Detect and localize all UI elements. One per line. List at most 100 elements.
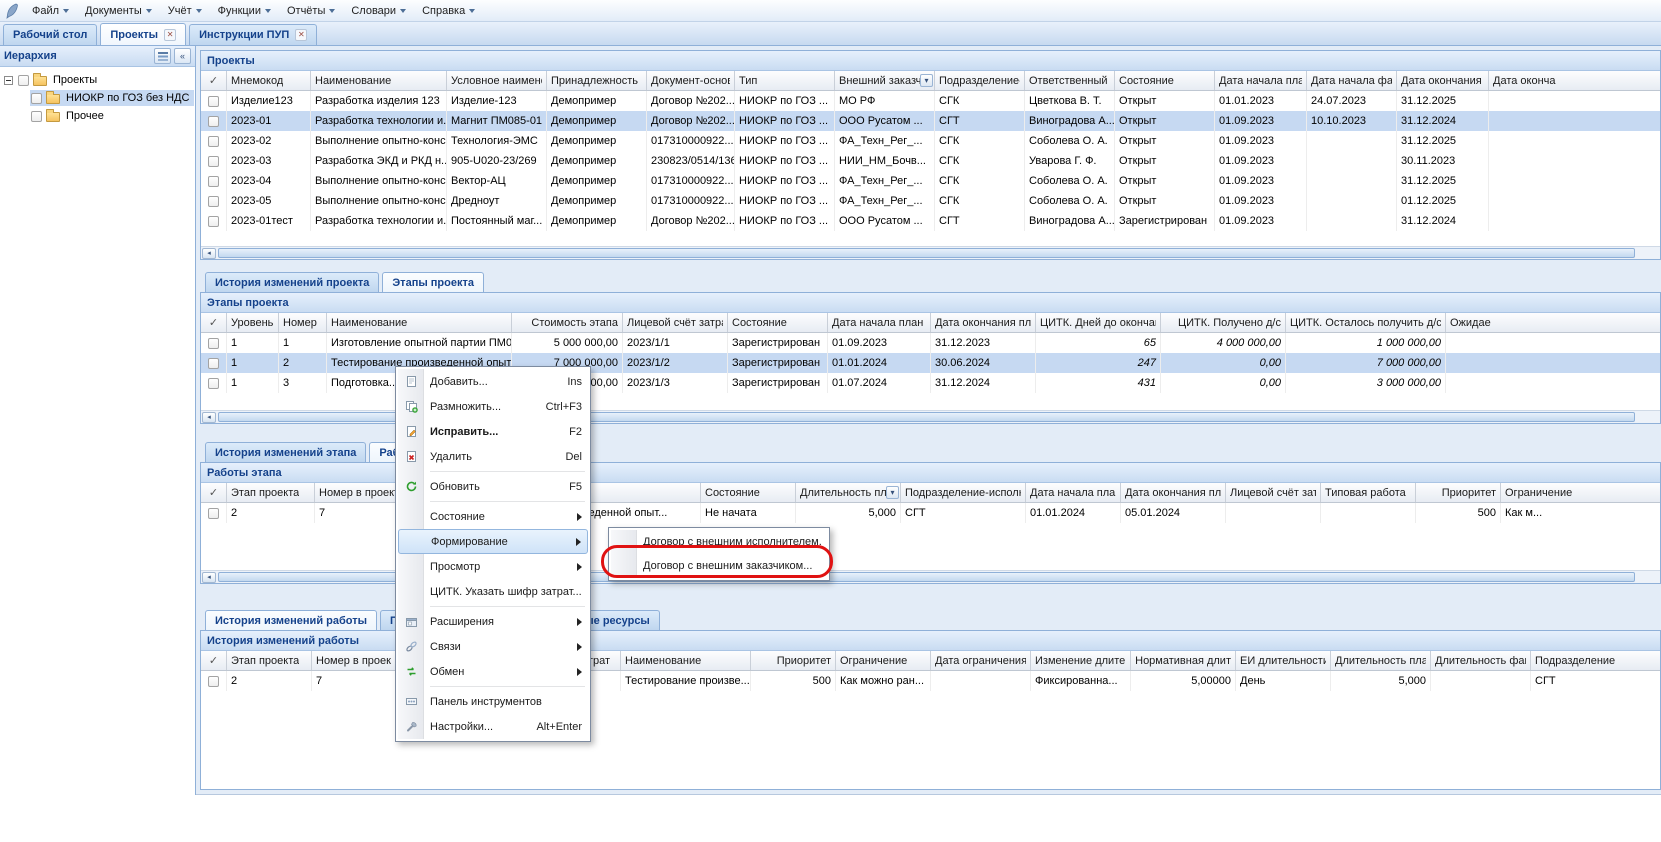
column-header[interactable]: Наименование — [327, 313, 512, 332]
table-row[interactable]: 2023-01тестРазработка технологии и...Пос… — [201, 211, 1660, 231]
column-header[interactable]: Ожидае — [1446, 313, 1660, 332]
menu-item[interactable]: Формирование — [398, 529, 588, 554]
column-header[interactable]: Уровень — [227, 313, 279, 332]
row-checkbox[interactable] — [208, 338, 219, 349]
menu-item-annotated[interactable]: Договор с внешним заказчиком... — [611, 554, 827, 578]
column-header[interactable]: Длительность фак — [1431, 651, 1531, 670]
column-header[interactable]: ✓ — [201, 651, 227, 670]
row-checkbox[interactable] — [208, 508, 219, 519]
column-header[interactable]: Ограничение — [836, 651, 931, 670]
column-header[interactable]: Тип — [735, 71, 835, 90]
menu-item[interactable]: УдалитьDel — [398, 444, 588, 469]
scroll-left-icon[interactable]: ◂ — [202, 248, 216, 259]
scrollbar-thumb[interactable] — [218, 248, 1635, 258]
tree-checkbox[interactable] — [18, 75, 29, 86]
horizontal-scrollbar[interactable]: ◂ — [201, 246, 1660, 259]
menu-item[interactable]: Состояние — [398, 504, 588, 529]
menu-item[interactable]: Исправить...F2 — [398, 419, 588, 444]
column-header[interactable]: Дата начала факт — [1307, 71, 1397, 90]
detail-tab[interactable]: Этапы проекта — [382, 272, 484, 292]
document-tab[interactable]: Рабочий стол — [3, 24, 97, 45]
row-checkbox[interactable] — [208, 358, 219, 369]
tree-expander-icon[interactable] — [4, 76, 13, 85]
column-header[interactable]: Дата окончания п — [1397, 71, 1489, 90]
hierarchy-menu-icon[interactable] — [154, 48, 171, 64]
column-header[interactable]: Дата начала план — [828, 313, 931, 332]
tab-close-icon[interactable]: ✕ — [295, 29, 307, 41]
row-checkbox[interactable] — [208, 378, 219, 389]
tree-node[interactable]: Прочее — [0, 107, 195, 125]
row-checkbox[interactable] — [208, 116, 219, 127]
tab-close-icon[interactable]: ✕ — [164, 29, 176, 41]
column-header[interactable]: Состояние — [701, 483, 796, 502]
document-tab[interactable]: Инструкции ПУП✕ — [189, 24, 317, 45]
column-header[interactable]: Внешний заказчик▾ — [835, 71, 935, 90]
detail-tab[interactable]: История изменений работы — [205, 610, 377, 630]
column-header[interactable]: Состояние — [1115, 71, 1215, 90]
column-header[interactable]: Стоимость этапа — [512, 313, 623, 332]
column-header[interactable]: Дата окончания план — [931, 313, 1036, 332]
filter-dropdown-icon[interactable]: ▾ — [886, 486, 899, 499]
filter-dropdown-icon[interactable]: ▾ — [920, 74, 933, 87]
menu-item[interactable]: Договор с внешним исполнителем... — [611, 530, 827, 554]
column-header[interactable]: ЦИТК. Осталось получить д/с — [1286, 313, 1446, 332]
column-header[interactable]: ✓ — [201, 71, 227, 90]
column-header[interactable]: Типовая работа — [1321, 483, 1416, 502]
column-header[interactable]: Мнемокод — [227, 71, 311, 90]
menu-item[interactable]: Обмен — [398, 659, 588, 684]
column-header[interactable]: Этап проекта — [227, 651, 312, 670]
menu-item[interactable]: Связи — [398, 634, 588, 659]
column-header[interactable]: Длительность план▾ — [796, 483, 901, 502]
column-header[interactable]: Состояние — [728, 313, 828, 332]
scroll-left-icon[interactable]: ◂ — [202, 412, 216, 423]
column-header[interactable]: Номер — [279, 313, 327, 332]
menubar-item[interactable]: Файл — [24, 2, 77, 20]
column-header[interactable]: Изменение длите — [1031, 651, 1131, 670]
menubar-item[interactable]: Отчёты — [279, 2, 343, 20]
menubar-item[interactable]: Словари — [343, 2, 414, 20]
row-checkbox[interactable] — [208, 136, 219, 147]
menubar-item[interactable]: Учёт — [160, 2, 210, 20]
menu-item[interactable]: Просмотр — [398, 554, 588, 579]
column-header[interactable]: Документ-основан — [647, 71, 735, 90]
column-header[interactable]: Наименование — [621, 651, 751, 670]
column-header[interactable]: ✓ — [201, 313, 227, 332]
row-checkbox[interactable] — [208, 216, 219, 227]
tree-checkbox[interactable] — [31, 111, 42, 122]
column-header[interactable]: ЦИТК. Получено д/с — [1161, 313, 1286, 332]
menubar-item[interactable]: Функции — [210, 2, 279, 20]
column-header[interactable]: ЦИТК. Дней до окончания — [1036, 313, 1161, 332]
row-checkbox[interactable] — [208, 96, 219, 107]
menu-item[interactable]: Размножить...Ctrl+F3 — [398, 394, 588, 419]
column-header[interactable]: Дата ограничения — [931, 651, 1031, 670]
menu-item[interactable]: ЦИТК. Указать шифр затрат... — [398, 579, 588, 604]
column-header[interactable]: Подразделение — [1531, 651, 1660, 670]
tree-checkbox[interactable] — [31, 93, 42, 104]
menubar-item[interactable]: Справка — [414, 2, 483, 20]
menu-item[interactable]: ОбновитьF5 — [398, 474, 588, 499]
column-header[interactable]: Дата оконча — [1489, 71, 1660, 90]
tree-node[interactable]: Проекты — [0, 71, 195, 89]
row-checkbox[interactable] — [208, 676, 219, 687]
column-header[interactable]: Ответственный — [1025, 71, 1115, 90]
row-checkbox[interactable] — [208, 196, 219, 207]
column-header[interactable]: Дата начала план — [1215, 71, 1307, 90]
column-header[interactable]: ЕИ длительности — [1236, 651, 1331, 670]
table-row[interactable]: 2023-01Разработка технологии и...Магнит … — [201, 111, 1660, 131]
menu-item[interactable]: Панель инструментов — [398, 689, 588, 714]
column-header[interactable]: Лицевой счёт затр — [1226, 483, 1321, 502]
detail-tab[interactable]: История изменений этапа — [205, 442, 366, 462]
collapse-panel-button[interactable]: « — [174, 48, 191, 64]
column-header[interactable]: Условное наименова — [447, 71, 547, 90]
menubar-item[interactable]: Документы — [77, 2, 160, 20]
detail-tab[interactable]: История изменений проекта — [205, 272, 379, 292]
column-header[interactable]: Этап проекта — [227, 483, 315, 502]
menu-item[interactable]: Настройки...Alt+Enter — [398, 714, 588, 739]
row-checkbox[interactable] — [208, 156, 219, 167]
table-row[interactable]: 2023-02Выполнение опытно-конс...Технолог… — [201, 131, 1660, 151]
column-header[interactable]: Принадлежность — [547, 71, 647, 90]
table-row[interactable]: 2023-05Выполнение опытно-конс...Дредноут… — [201, 191, 1660, 211]
column-header[interactable]: Наименование — [311, 71, 447, 90]
table-row[interactable]: Изделие123Разработка изделия 123Изделие-… — [201, 91, 1660, 111]
column-header[interactable]: Дата начала план — [1026, 483, 1121, 502]
